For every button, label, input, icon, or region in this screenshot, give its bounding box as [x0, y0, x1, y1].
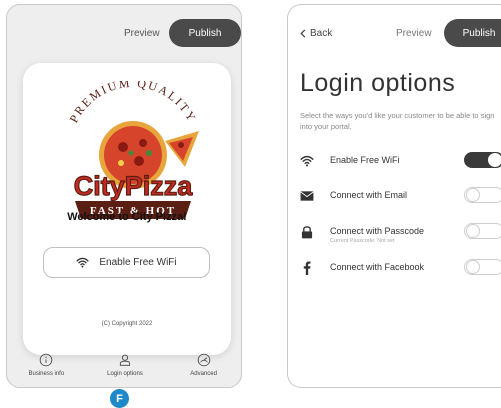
page-title: Login options	[300, 69, 456, 97]
preview-link[interactable]: Preview	[124, 28, 160, 39]
toggle-knob	[466, 224, 480, 238]
tab-advanced[interactable]: Advanced	[169, 345, 239, 387]
toggle-knob	[466, 260, 480, 274]
lock-icon	[301, 226, 313, 239]
logo-tagline-top: PREMIUM QUALITY	[67, 81, 198, 125]
option-wifi: Enable Free WiFi	[300, 152, 501, 174]
user-icon	[119, 354, 131, 366]
passcode-toggle[interactable]	[464, 223, 501, 239]
enable-wifi-button[interactable]: Enable Free WiFi	[43, 247, 210, 278]
page-description: Select the ways you'd like your customer…	[300, 111, 495, 131]
option-label: Enable Free WiFi	[330, 155, 400, 165]
enable-wifi-label: Enable Free WiFi	[99, 257, 177, 268]
facebook-toggle[interactable]	[464, 259, 501, 275]
gauge-icon	[197, 353, 210, 367]
login-options-screen: Back Preview Publish Login options Selec…	[287, 4, 501, 388]
info-icon	[40, 353, 53, 367]
city-pizza-logo: PREMIUM QUALITY CityPizza FAST & HOT	[67, 81, 200, 219]
welcome-heading: Welcome to City Pizza!	[67, 211, 187, 223]
email-toggle[interactable]	[464, 187, 501, 203]
customer-portal-preview: Preview Publish PREMIUM QUALITY CityPizz	[6, 4, 242, 388]
step-badge: F	[110, 389, 129, 408]
toggle-knob	[488, 153, 501, 167]
portal-card: PREMIUM QUALITY CityPizza FAST & HOT Wel…	[23, 63, 231, 355]
tab-label: Advanced	[190, 371, 217, 377]
publish-button[interactable]: Publish	[444, 19, 501, 47]
bottom-tab-bar: Business info Login options Advanced	[7, 345, 241, 387]
tab-business-info[interactable]: Business info	[11, 345, 81, 387]
option-label: Connect with Email	[330, 190, 408, 200]
wifi-toggle[interactable]	[464, 152, 501, 168]
copyright-text: (C) Copyright 2022	[101, 321, 153, 327]
back-button[interactable]: Back	[300, 28, 332, 39]
option-label: Connect with Passcode	[330, 226, 425, 236]
toggle-knob	[466, 188, 480, 202]
email-icon	[300, 191, 314, 201]
logo-brand-text: CityPizza	[74, 171, 194, 201]
option-passcode: Connect with Passcode Current Passcode: …	[300, 223, 501, 245]
option-facebook: Connect with Facebook	[300, 259, 501, 281]
facebook-icon	[303, 261, 311, 275]
preview-link[interactable]: Preview	[396, 28, 432, 39]
tab-label: Login options	[107, 371, 143, 377]
chevron-left-icon	[300, 29, 306, 38]
option-label: Connect with Facebook	[330, 262, 425, 272]
tab-label: Business info	[28, 371, 65, 377]
svg-text:PREMIUM QUALITY: PREMIUM QUALITY	[67, 81, 200, 125]
option-email: Connect with Email	[300, 187, 501, 209]
tab-login-options[interactable]: Login options	[90, 345, 160, 387]
wifi-icon	[76, 257, 89, 268]
publish-button[interactable]: Publish	[169, 19, 241, 47]
back-label: Back	[310, 28, 333, 39]
wifi-icon	[300, 155, 314, 167]
option-sublabel: Current Passcode: Not set	[330, 238, 395, 244]
